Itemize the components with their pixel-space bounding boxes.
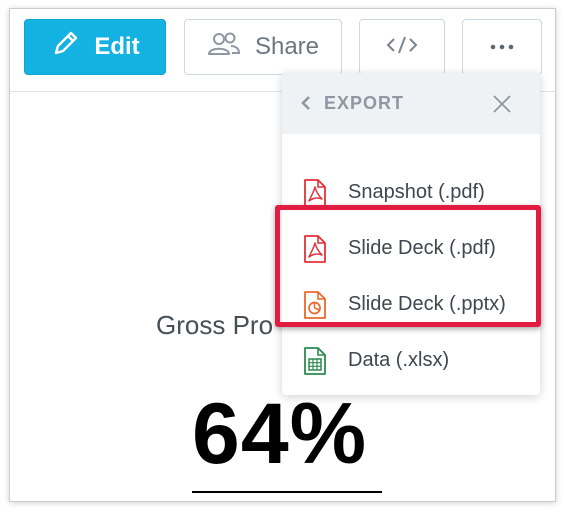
edit-button-label: Edit bbox=[94, 33, 140, 60]
export-item-label: Snapshot (.pdf) bbox=[348, 180, 485, 203]
export-data-xlsx[interactable]: Data (.xlsx) bbox=[282, 337, 540, 383]
share-button-label: Share bbox=[254, 33, 320, 60]
export-item-label: Data (.xlsx) bbox=[348, 348, 450, 371]
embed-button[interactable] bbox=[359, 19, 445, 75]
ellipsis-icon bbox=[489, 38, 515, 56]
edit-button[interactable]: Edit bbox=[24, 19, 166, 75]
highlight-annotation bbox=[275, 205, 541, 327]
export-menu-header: EXPORT bbox=[282, 73, 540, 134]
pencil-icon bbox=[50, 29, 80, 66]
dashboard-window: Edit Share Gross Pro 64% EXPORT Snapshot… bbox=[9, 8, 556, 502]
kpi-underline bbox=[192, 491, 382, 493]
more-button[interactable] bbox=[462, 19, 542, 75]
close-icon[interactable] bbox=[493, 95, 511, 118]
share-button[interactable]: Share bbox=[184, 19, 342, 75]
kpi-title: Gross Pro bbox=[156, 310, 274, 340]
xlsx-file-icon bbox=[302, 347, 328, 380]
users-icon bbox=[207, 31, 241, 64]
kpi-value: 64% bbox=[192, 386, 368, 482]
export-menu-title: EXPORT bbox=[324, 93, 405, 113]
chevron-left-icon[interactable] bbox=[300, 95, 312, 116]
code-icon bbox=[385, 35, 419, 60]
